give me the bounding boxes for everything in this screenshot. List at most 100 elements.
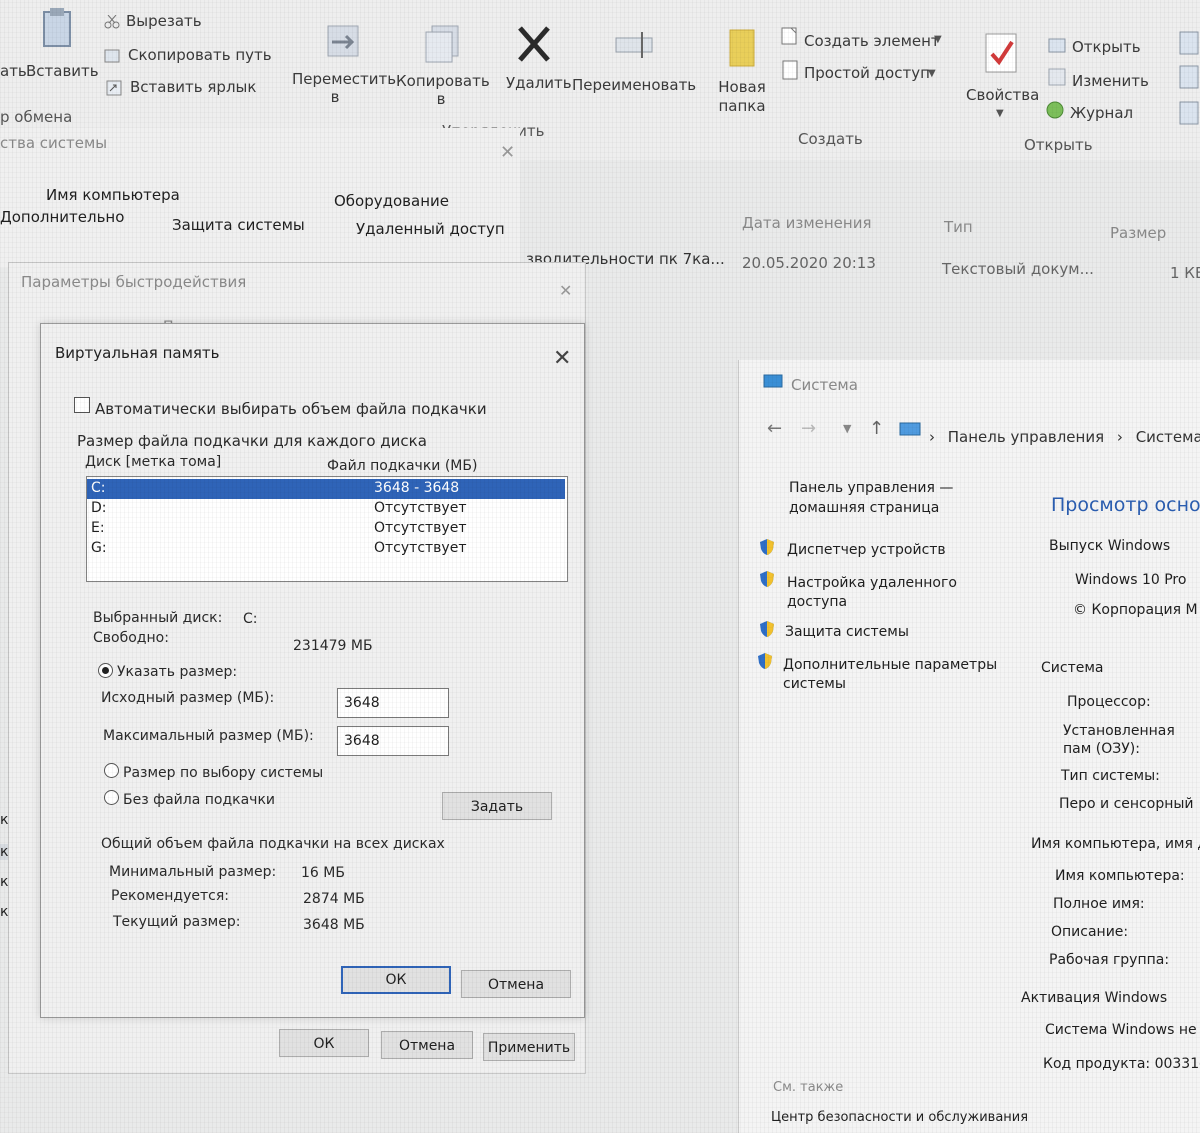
copyright-text: © Корпорация М	[1073, 602, 1198, 618]
system-managed-label[interactable]: Размер по выбору системы	[123, 765, 323, 781]
current-size-value: 3648 МБ	[303, 917, 365, 933]
move-to-button[interactable]: Переместить в	[292, 70, 396, 106]
system-control-panel-window: Система ← → ▼ ↑ › Панель управления › Си…	[738, 360, 1200, 1133]
up-arrow-icon[interactable]: ↑	[869, 418, 884, 439]
properties-check-icon	[984, 32, 1020, 74]
drive-row-e[interactable]: E: Отсутствует	[87, 519, 565, 539]
drive-letter: C:	[91, 480, 106, 496]
ok-button[interactable]: ОК	[341, 966, 451, 994]
history-button[interactable]: Журнал	[1070, 104, 1133, 122]
file-type: Текстовый докум...	[942, 260, 1094, 278]
rename-button[interactable]: Переименовать	[572, 76, 696, 94]
auto-manage-checkbox[interactable]	[74, 397, 90, 413]
performance-apply-button[interactable]: Применить	[483, 1033, 575, 1061]
easy-access-button[interactable]: Простой доступ	[804, 64, 930, 82]
tab-system-protection[interactable]: Защита системы	[172, 216, 305, 234]
tab-computer-name[interactable]: Имя компьютера	[46, 186, 180, 204]
copy-to-button[interactable]: Копировать в	[396, 72, 490, 108]
close-icon[interactable]: ✕	[500, 142, 515, 163]
sidebar-link-remote-settings[interactable]: Настройка удаленного доступа	[787, 574, 977, 612]
properties-button[interactable]: Свойства	[966, 86, 1039, 104]
control-panel-icon	[899, 422, 921, 438]
initial-size-input[interactable]: 3648	[337, 688, 449, 718]
workgroup-label: Рабочая группа:	[1049, 952, 1170, 968]
file-row[interactable]: зводительности пк 7ка... 20.05.2020 20:1…	[526, 250, 1200, 282]
shortcut-icon	[106, 80, 122, 96]
no-pagefile-label[interactable]: Без файла подкачки	[123, 792, 275, 808]
see-also-security-link[interactable]: Центр безопасности и обслуживания	[771, 1110, 1028, 1125]
pen-touch-label: Перо и сенсорный	[1059, 796, 1194, 812]
product-key: Код продукта: 00331-10	[1043, 1056, 1200, 1072]
open-icon	[1048, 36, 1066, 54]
shield-icon	[760, 539, 774, 555]
custom-size-radio[interactable]	[98, 663, 113, 678]
edit-button[interactable]: Изменить	[1072, 72, 1149, 90]
performance-ok-button[interactable]: ОК	[279, 1029, 369, 1057]
drive-row-g[interactable]: G: Отсутствует	[87, 539, 565, 559]
column-header-type[interactable]: Тип	[944, 218, 973, 236]
processor-label: Процессор:	[1067, 694, 1151, 710]
system-managed-radio[interactable]	[104, 763, 119, 778]
copy-path-button[interactable]: Скопировать путь	[128, 46, 272, 64]
new-item-chevron-icon[interactable]: ▼	[934, 34, 942, 45]
system-window-title: Система	[791, 376, 858, 394]
cut-button[interactable]: Вырезать	[126, 12, 202, 30]
system-window-icon	[763, 374, 783, 390]
no-pagefile-radio[interactable]	[104, 790, 119, 805]
shield-icon	[760, 571, 774, 587]
tab-advanced[interactable]: Дополнительно	[0, 208, 124, 226]
cancel-button[interactable]: Отмена	[461, 970, 571, 998]
new-item-button[interactable]: Создать элемент	[804, 32, 940, 50]
delete-button[interactable]: Удалить	[506, 74, 572, 92]
properties-chevron-icon[interactable]: ▼	[996, 108, 1004, 119]
tab-hardware[interactable]: Оборудование	[334, 192, 449, 210]
close-icon[interactable]: ✕	[553, 346, 571, 371]
max-size-label: Максимальный размер (МБ):	[103, 728, 314, 744]
history-icon	[1044, 100, 1066, 120]
system-section-label: Система	[1041, 660, 1104, 676]
open-button[interactable]: Открыть	[1072, 38, 1141, 56]
system-properties-window: ства системы ✕ Имя компьютера Оборудован…	[0, 128, 520, 268]
see-also-label: См. также	[773, 1080, 844, 1095]
close-icon[interactable]: ✕	[559, 281, 572, 300]
breadcrumb-control-panel[interactable]: Панель управления	[948, 428, 1104, 446]
free-space-label: Свободно:	[93, 630, 169, 646]
paste-shortcut-button[interactable]: Вставить ярлык	[130, 78, 256, 96]
select-icon	[1178, 30, 1200, 130]
easy-access-chevron-icon[interactable]: ▼	[928, 68, 936, 79]
set-button[interactable]: Задать	[442, 792, 552, 820]
description-label: Описание:	[1051, 924, 1129, 940]
column-header-date[interactable]: Дата изменения	[742, 214, 872, 232]
max-size-input[interactable]: 3648	[337, 726, 449, 756]
sidebar-link-device-manager[interactable]: Диспетчер устройств	[787, 542, 946, 558]
custom-size-label[interactable]: Указать размер:	[117, 664, 237, 680]
drive-row-c[interactable]: C: 3648 - 3648	[87, 479, 565, 499]
file-size: 1 КБ	[1170, 264, 1200, 282]
new-folder-button[interactable]: Новая папка	[716, 78, 768, 116]
easy-access-icon	[782, 60, 798, 80]
tab-remote[interactable]: Удаленный доступ	[356, 220, 505, 238]
drive-letter: G:	[91, 540, 107, 556]
drive-pagefile: Отсутствует	[374, 520, 467, 536]
back-arrow-icon[interactable]: ←	[767, 418, 782, 439]
drive-row-d[interactable]: D: Отсутствует	[87, 499, 565, 519]
copy-button[interactable]: ать	[0, 62, 27, 80]
sidebar-link-advanced-settings[interactable]: Дополнительные параметры системы	[783, 656, 1013, 694]
delete-x-icon	[516, 24, 552, 64]
open-group-label: Открыть	[1024, 136, 1093, 154]
recent-chevron-icon[interactable]: ▼	[843, 422, 851, 435]
performance-cancel-button[interactable]: Отмена	[381, 1031, 473, 1059]
drive-letter: D:	[91, 500, 107, 516]
sidebar-link-system-protection[interactable]: Защита системы	[785, 624, 909, 640]
edition-value: Windows 10 Pro	[1075, 572, 1187, 588]
forward-arrow-icon[interactable]: →	[801, 418, 816, 439]
drive-listbox[interactable]: C: 3648 - 3648 D: Отсутствует E: Отсутст…	[86, 476, 568, 582]
current-size-label: Текущий размер:	[113, 914, 241, 930]
breadcrumb-system[interactable]: Система	[1136, 428, 1200, 446]
column-header-size[interactable]: Размер	[1110, 224, 1166, 242]
auto-manage-label[interactable]: Автоматически выбирать объем файла подка…	[95, 400, 487, 418]
sidebar-home-link[interactable]: Панель управления — домашняя страница	[789, 478, 969, 518]
initial-size-label: Исходный размер (МБ):	[101, 690, 275, 706]
drive-pagefile: 3648 - 3648	[374, 480, 460, 496]
paste-button[interactable]: Вставить	[26, 62, 99, 80]
